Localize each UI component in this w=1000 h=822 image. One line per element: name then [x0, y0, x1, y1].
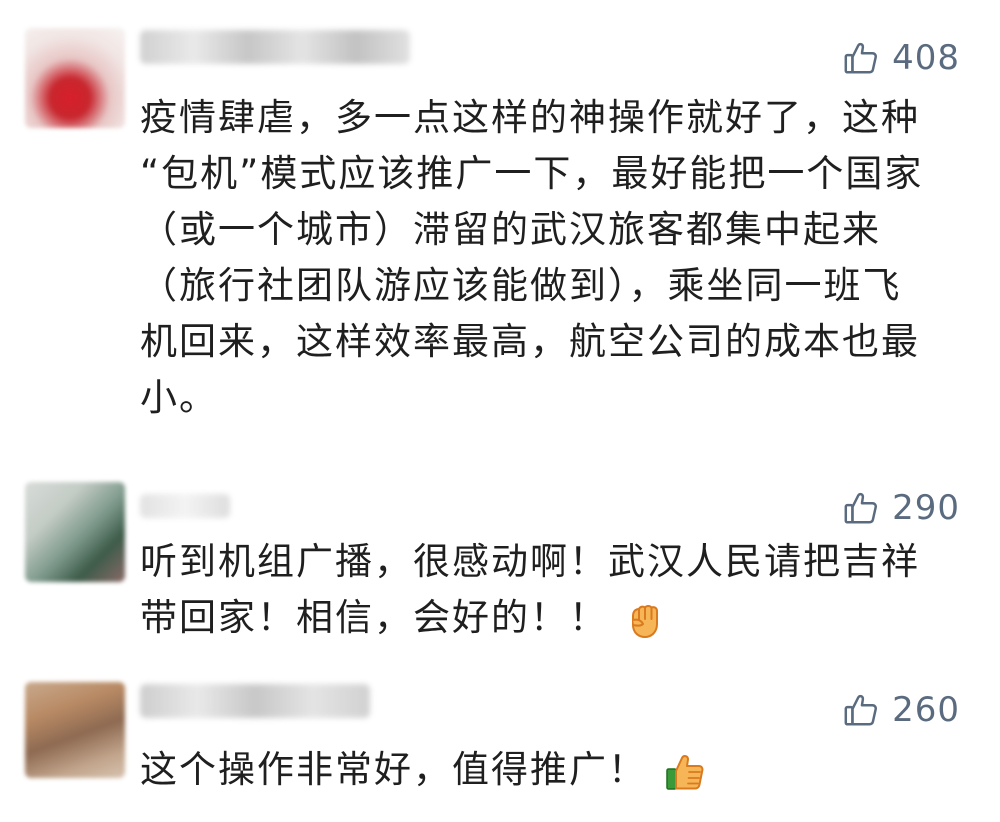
like-button[interactable]: 290	[842, 488, 960, 528]
comment-line: （旅行社团队游应该能做到），乘坐同一班飞	[140, 264, 902, 307]
comment-text: 听到机组广播，很感动啊！武汉人民请把吉祥 带回家！相信，会好的！！	[140, 534, 960, 646]
comment-line: 带回家！相信，会好的！！	[140, 590, 960, 646]
like-count: 290	[892, 488, 960, 528]
like-count: 408	[892, 38, 960, 78]
username-blurred[interactable]	[140, 494, 230, 518]
comment-line-text: 这个操作非常好，值得推广！	[140, 748, 647, 791]
comment-line: 听到机组广播，很感动啊！武汉人民请把吉祥	[140, 540, 920, 583]
comment-line: （或一个城市）滞留的武汉旅客都集中起来	[140, 208, 881, 251]
comment-line: 小。	[140, 376, 218, 419]
comment-text: 疫情肆虐，多一点这样的神操作就好了，这种 “包机”模式应该推广一下，最好能把一个…	[140, 90, 960, 426]
username-blurred[interactable]	[140, 30, 410, 64]
like-button[interactable]: 260	[842, 690, 960, 730]
comment-line: “包机”模式应该推广一下，最好能把一个国家	[140, 152, 924, 195]
like-count: 260	[892, 690, 960, 730]
comment-text: 这个操作非常好，值得推广！	[140, 742, 960, 798]
avatar[interactable]	[25, 28, 125, 128]
comment-item: 260 这个操作非常好，值得推广！	[0, 670, 1000, 822]
username-blurred[interactable]	[140, 684, 370, 718]
fist-emoji-icon	[624, 598, 668, 642]
thumbs-up-emoji-icon	[663, 750, 707, 794]
avatar[interactable]	[25, 682, 125, 778]
comment-line: 机回来，这样效率最高，航空公司的成本也最	[140, 320, 920, 363]
thumb-up-outline-icon	[842, 39, 880, 77]
comment-line: 疫情肆虐，多一点这样的神操作就好了，这种	[140, 96, 920, 139]
comment-line-text: 带回家！相信，会好的！！	[140, 596, 608, 639]
comment-line: 这个操作非常好，值得推广！	[140, 742, 960, 798]
comment-item: 408 疫情肆虐，多一点这样的神操作就好了，这种 “包机”模式应该推广一下，最好…	[0, 0, 1000, 470]
like-button[interactable]: 408	[842, 38, 960, 78]
avatar[interactable]	[25, 482, 125, 582]
thumb-up-outline-icon	[842, 489, 880, 527]
comment-item: 290 听到机组广播，很感动啊！武汉人民请把吉祥 带回家！相信，会好的！！	[0, 470, 1000, 670]
thumb-up-outline-icon	[842, 691, 880, 729]
